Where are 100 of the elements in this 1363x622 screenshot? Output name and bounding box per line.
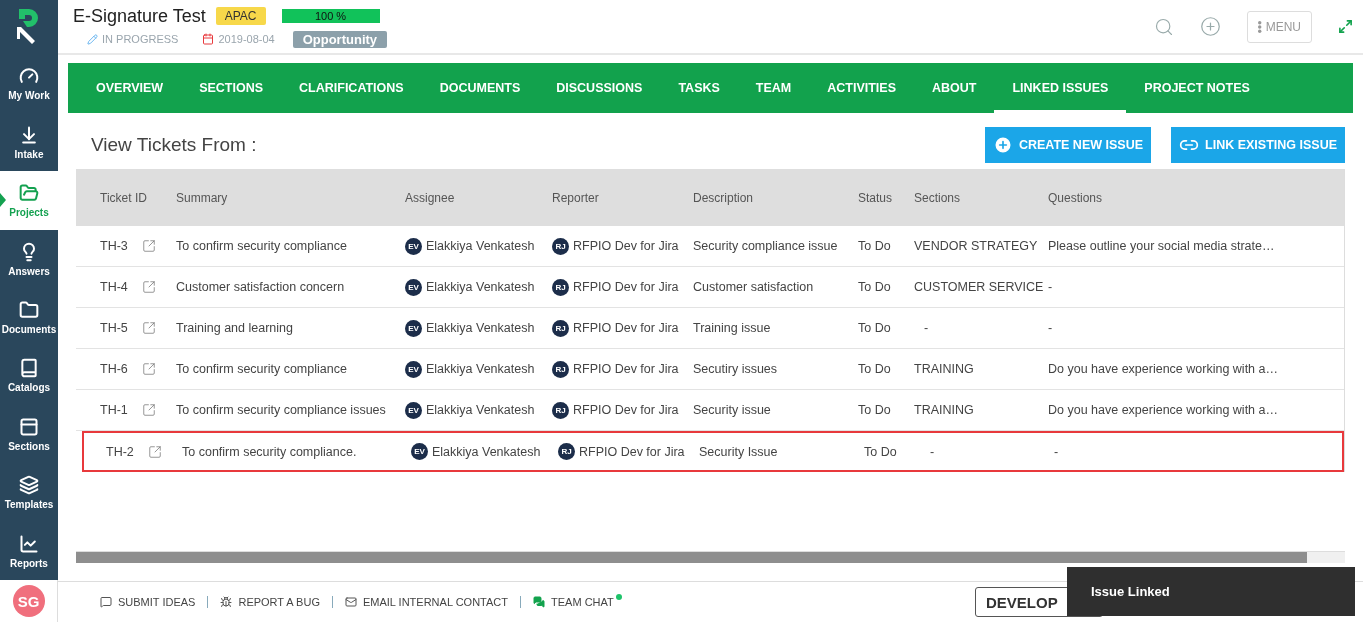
footer-link[interactable]: REPORT A BUG <box>207 596 332 608</box>
ticket-id: TH-4 <box>100 280 128 294</box>
table-cell: RFPIO Dev for Jira <box>573 280 679 294</box>
pencil-icon <box>87 33 98 45</box>
avatar: EV <box>411 443 428 460</box>
table-row[interactable]: TH-6 To confirm security compliance EV Elakkiya Venkatesh RJ RFPIO Dev for Jira Secutiry issues To Do TRAINING Do you have experience working with a… <box>76 349 1344 390</box>
table-cell: Elakkiya Venkatesh <box>432 444 541 459</box>
view-label: View Tickets From : <box>91 134 258 156</box>
table-cell-text: TRAINING <box>914 403 975 417</box>
sidebar-item[interactable]: Intake <box>0 112 58 172</box>
table-cell: Elakkiya Venkatesh <box>426 239 535 253</box>
scrollbar[interactable] <box>76 551 1345 563</box>
toast: Issue Linked <box>1067 567 1355 616</box>
panel-icon <box>19 416 39 437</box>
sidebar-item[interactable]: My Work <box>0 54 58 113</box>
external-link-icon[interactable] <box>147 444 162 459</box>
avatar: EV <box>405 278 422 296</box>
ticket-id: TH-6 <box>100 362 128 376</box>
avatar: EV <box>405 319 422 337</box>
footer-link[interactable]: SUBMIT IDEAS <box>88 596 208 608</box>
table-cell-text: Customer satisfaction concern <box>176 280 346 294</box>
sidebar-item[interactable]: Answers <box>0 229 58 289</box>
table-cell-text: Security issue <box>693 403 772 417</box>
table-cell-text: To Do <box>864 444 898 459</box>
ticket-id: TH-5 <box>100 321 128 335</box>
table-cell-text: Secutiry issues <box>693 362 779 376</box>
footer-link[interactable]: EMAIL INTERNAL CONTACT <box>331 596 520 608</box>
table-row[interactable]: TH-4 Customer satisfaction concern EV Elakkiya Venkatesh RJ RFPIO Dev for Jira Customer satisfaction To Do CUSTOMER SERVICE - <box>76 267 1344 308</box>
table-cell: Elakkiya Venkatesh <box>426 403 535 417</box>
sidebar-item[interactable]: Reports <box>0 521 58 581</box>
type-tag: Opportunity <box>292 30 388 48</box>
table-row[interactable]: TH-1 To confirm security compliance issues EV Elakkiya Venkatesh RJ RFPIO Dev for Jira Security issue To Do TRAINING Do you have experience working with a… <box>76 390 1344 431</box>
avatar: EV <box>405 360 422 378</box>
table-cell-text: Do you have experience working with a… <box>1048 403 1279 417</box>
message-icon <box>100 596 112 608</box>
project-title: E-Signature Test <box>73 5 206 27</box>
download-icon <box>19 124 39 145</box>
sidebar-item[interactable]: Catalogs <box>0 346 58 406</box>
avatar: RJ <box>552 237 569 255</box>
external-link-icon[interactable] <box>141 362 156 376</box>
column-header: Description <box>693 190 755 205</box>
table-cell: Elakkiya Venkatesh <box>426 321 535 335</box>
external-link-icon[interactable] <box>141 280 156 294</box>
region-tag: APAC <box>215 7 266 25</box>
table-cell: Elakkiya Venkatesh <box>426 362 535 376</box>
table-cell: RFPIO Dev for Jira <box>573 362 679 376</box>
table-cell: RFPIO Dev for Jira <box>573 239 679 253</box>
mail-icon <box>344 596 357 608</box>
chart-icon <box>19 533 39 554</box>
folder-icon <box>19 299 39 320</box>
table-row[interactable]: TH-2 To confirm security compliance. EV Elakkiya Venkatesh RJ RFPIO Dev for Jira Security Issue To Do - - <box>82 431 1344 472</box>
table-row[interactable]: TH-5 Training and learning EV Elakkiya Venkatesh RJ RFPIO Dev for Jira Training issue To Do - - <box>76 308 1344 349</box>
avatar: RJ <box>552 401 569 419</box>
table-cell: RFPIO Dev for Jira <box>579 444 685 459</box>
table-cell-text: To Do <box>858 280 892 294</box>
avatar: RJ <box>552 360 569 378</box>
table-cell-text: To confirm security compliance <box>176 362 348 376</box>
add-icon[interactable] <box>1200 16 1222 37</box>
layers-icon <box>19 475 39 496</box>
table-cell-text: To confirm security compliance <box>176 239 348 253</box>
selection-arrow <box>0 193 6 208</box>
ticket-id: TH-3 <box>100 239 128 253</box>
sidebar-item[interactable]: Templates <box>0 463 58 522</box>
column-header: Status <box>858 190 894 205</box>
external-link-icon[interactable] <box>141 239 156 253</box>
ticket-id: TH-1 <box>100 403 128 417</box>
column-header: Summary <box>176 190 229 205</box>
table-cell-text: Training issue <box>693 321 772 335</box>
avatar: RJ <box>558 443 575 460</box>
table-cell-text: Please outline your social media strate… <box>1048 239 1276 253</box>
table-cell-text: Customer satisfaction <box>693 280 815 294</box>
column-header: Ticket ID <box>100 190 148 205</box>
sidebar-item[interactable]: Documents <box>0 288 58 347</box>
table-cell-text: - <box>1048 321 1054 335</box>
table-cell-text: To Do <box>858 362 892 376</box>
table-cell-text: Security compliance issue <box>693 239 839 253</box>
table-row[interactable]: TH-3 To confirm security compliance EV Elakkiya Venkatesh RJ RFPIO Dev for Jira Security compliance issue To Do VENDOR STRATEGY Please outline your social media strate… <box>76 226 1344 267</box>
avatar: RJ <box>552 319 569 337</box>
table-cell-text: To confirm security compliance. <box>182 444 358 459</box>
table-cell: Elakkiya Venkatesh <box>426 280 535 294</box>
table-cell: RFPIO Dev for Jira <box>573 321 679 335</box>
avatar: RJ <box>552 278 569 296</box>
table-cell-text: To Do <box>858 321 892 335</box>
external-link-icon[interactable] <box>141 321 156 335</box>
expand-icon[interactable] <box>1338 19 1353 34</box>
external-link-icon[interactable] <box>141 403 156 417</box>
kebab-icon <box>1258 20 1262 33</box>
table-cell-text: - <box>1048 280 1054 294</box>
table-cell: RFPIO Dev for Jira <box>573 403 679 417</box>
column-header: Sections <box>914 190 962 205</box>
sidebar-item[interactable]: Sections <box>0 405 58 464</box>
chat-icon <box>533 596 545 608</box>
table-cell-text: VENDOR STRATEGY <box>914 239 1039 253</box>
book-icon <box>19 358 39 379</box>
table-cell-text: - <box>923 321 930 335</box>
project-status: IN PROGRESS <box>102 33 179 45</box>
progress-bar: 100 % <box>281 9 380 23</box>
avatar: EV <box>405 401 422 419</box>
plus-icon <box>992 135 1013 155</box>
search-icon[interactable] <box>1154 16 1175 37</box>
